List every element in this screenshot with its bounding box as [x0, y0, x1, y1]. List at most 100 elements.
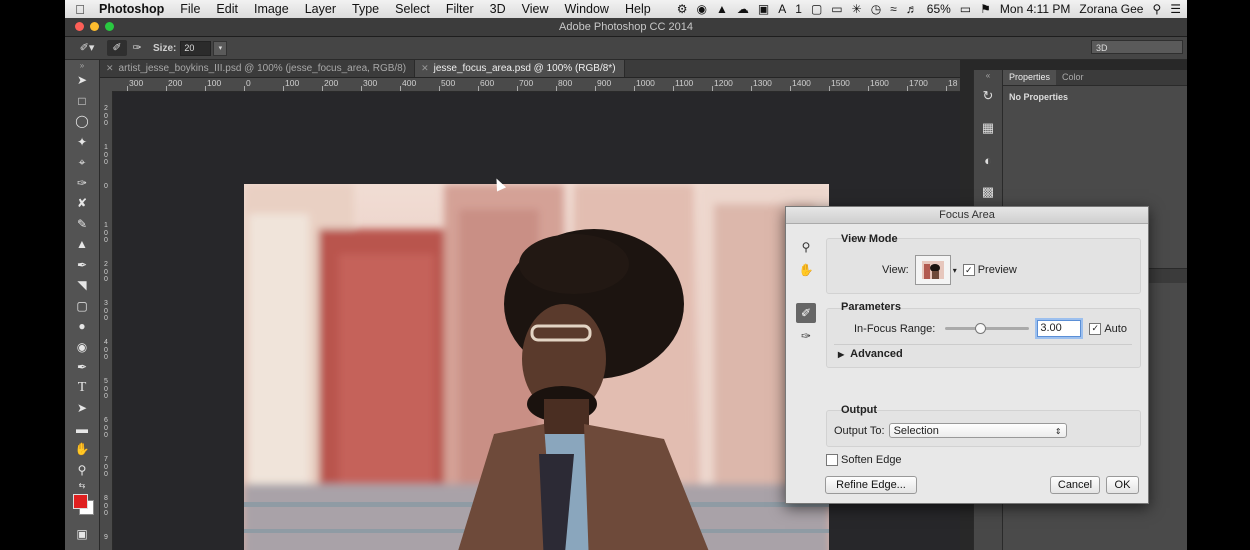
- healing-tool-icon[interactable]: ✘: [65, 193, 99, 214]
- tab-jesse-focus-area[interactable]: ✕ jesse_focus_area.psd @ 100% (RGB/8*): [415, 60, 625, 77]
- cancel-button[interactable]: Cancel: [1050, 476, 1100, 494]
- battery-icon[interactable]: ▭: [960, 2, 971, 16]
- cloud-icon[interactable]: ☁: [737, 2, 749, 16]
- shape-tool-icon[interactable]: ▬: [65, 419, 99, 440]
- flag-icon[interactable]: ⚑: [980, 2, 991, 16]
- menu-layer[interactable]: Layer: [297, 2, 344, 16]
- tab-artist-jesse[interactable]: ✕ artist_jesse_boykins_III.psd @ 100% (j…: [100, 60, 416, 77]
- pen-tool-icon[interactable]: ✒: [65, 357, 99, 378]
- battery-percent[interactable]: 65%: [927, 2, 951, 16]
- view-dropdown-icon[interactable]: ▾: [953, 266, 957, 275]
- add-brush-icon[interactable]: ✐: [796, 303, 816, 323]
- eyedropper-tool-icon[interactable]: ✑: [65, 173, 99, 194]
- blur-tool-icon[interactable]: ●: [65, 316, 99, 337]
- color-swatches[interactable]: [65, 490, 99, 524]
- menu-type[interactable]: Type: [344, 2, 387, 16]
- menu-3d[interactable]: 3D: [482, 2, 514, 16]
- hand-tool-icon[interactable]: ✋: [65, 439, 99, 460]
- history-brush-icon[interactable]: ✒: [65, 255, 99, 276]
- eraser-tool-icon[interactable]: ◥: [65, 275, 99, 296]
- search-icon[interactable]: ⚲: [1152, 2, 1161, 16]
- lasso-tool-icon[interactable]: ◯: [65, 111, 99, 132]
- ok-button[interactable]: OK: [1106, 476, 1139, 494]
- view-thumbnail[interactable]: [914, 255, 951, 285]
- ruler-label: 1700: [909, 78, 928, 88]
- tab-color[interactable]: Color: [1056, 70, 1090, 85]
- menu-help[interactable]: Help: [617, 2, 659, 16]
- menu-window[interactable]: Window: [557, 2, 617, 16]
- maximize-icon[interactable]: [105, 22, 114, 31]
- swap-colors-icon[interactable]: ⇆: [65, 480, 99, 490]
- hand-icon[interactable]: ✋: [796, 260, 816, 280]
- app-icon[interactable]: ▣: [758, 2, 769, 16]
- menu-file[interactable]: File: [172, 2, 208, 16]
- minimize-icon[interactable]: [90, 22, 99, 31]
- frame-icon[interactable]: ▢: [811, 2, 822, 16]
- tool-preset-icon[interactable]: ✐▾: [73, 40, 101, 56]
- styles-icon[interactable]: ▩: [974, 176, 1002, 208]
- preview-checkbox[interactable]: ✓: [962, 264, 975, 276]
- ruler-label: 200: [324, 78, 339, 88]
- menu-filter[interactable]: Filter: [438, 2, 482, 16]
- menu-image[interactable]: Image: [246, 2, 297, 16]
- tab-properties[interactable]: Properties: [1003, 70, 1057, 85]
- list-icon[interactable]: ☰: [1170, 2, 1181, 16]
- menu-select[interactable]: Select: [387, 2, 438, 16]
- quick-mask-icon[interactable]: ▣: [65, 524, 99, 545]
- size-input[interactable]: 20: [180, 40, 212, 56]
- close-icon[interactable]: [75, 22, 84, 31]
- foreground-color-swatch[interactable]: [73, 494, 88, 509]
- volume-icon[interactable]: ♬: [906, 2, 918, 16]
- document-image[interactable]: [244, 184, 829, 550]
- close-tab-icon[interactable]: ✕: [106, 63, 114, 74]
- dodge-tool-icon[interactable]: ◉: [65, 337, 99, 358]
- disclosure-triangle-icon[interactable]: ▶: [838, 350, 844, 359]
- adjustments-icon[interactable]: ◐: [974, 144, 1002, 176]
- ruler-label: 800: [104, 495, 108, 517]
- close-tab-icon[interactable]: ✕: [421, 63, 429, 74]
- add-to-selection-icon[interactable]: ✐: [107, 40, 127, 56]
- quick-select-tool-icon[interactable]: ✦: [65, 132, 99, 153]
- refine-edge-button[interactable]: Refine Edge...: [825, 476, 917, 494]
- soften-edge-checkbox[interactable]: [826, 454, 838, 466]
- brush-tool-icon[interactable]: ✎: [65, 214, 99, 235]
- stamp-tool-icon[interactable]: ▲: [65, 234, 99, 255]
- size-dropdown[interactable]: ▾: [213, 40, 228, 56]
- slider-knob[interactable]: [975, 323, 987, 334]
- tools-panel: » ➤ □ ◯ ✦ ⌖ ✑ ✘ ✎ ▲ ✒ ◥ ▢ ● ◉ ✒ T ➤ ▬ ✋ …: [65, 60, 100, 550]
- time-machine-icon[interactable]: ◷: [871, 2, 881, 16]
- workspace-select[interactable]: 3D: [1091, 40, 1183, 54]
- swatches-grid-icon[interactable]: ▦: [974, 112, 1002, 144]
- path-select-icon[interactable]: ➤: [65, 398, 99, 419]
- subtract-selection-icon[interactable]: ✑: [127, 40, 147, 56]
- eye-icon[interactable]: ◉: [697, 2, 707, 16]
- bluetooth-icon[interactable]: ✳: [852, 2, 862, 16]
- clock[interactable]: Mon 4:11 PM: [1000, 2, 1070, 16]
- apple-icon[interactable]: : [65, 2, 95, 17]
- user-name[interactable]: Zorana Gee: [1079, 2, 1143, 16]
- advanced-disclosure[interactable]: ▶ Advanced: [838, 348, 903, 360]
- subtract-brush-icon[interactable]: ✑: [796, 326, 816, 346]
- zoom-icon[interactable]: ⚲: [796, 237, 816, 257]
- auto-checkbox[interactable]: ✓: [1089, 322, 1102, 335]
- collapse-icon[interactable]: «: [974, 70, 1002, 80]
- history-icon[interactable]: ↻: [974, 80, 1002, 112]
- collapse-icon[interactable]: »: [65, 60, 99, 70]
- output-to-select[interactable]: Selection ⇕: [888, 423, 1067, 438]
- in-focus-slider[interactable]: [945, 323, 1030, 334]
- type-tool-icon[interactable]: T: [65, 378, 99, 399]
- move-tool-icon[interactable]: ➤: [65, 70, 99, 91]
- crop-tool-icon[interactable]: ⌖: [65, 152, 99, 173]
- adobe-icon[interactable]: A: [778, 2, 786, 16]
- gradient-tool-icon[interactable]: ▢: [65, 296, 99, 317]
- home-icon[interactable]: ▲: [716, 2, 728, 16]
- zoom-tool-icon[interactable]: ⚲: [65, 460, 99, 481]
- in-focus-input[interactable]: 3.00: [1037, 320, 1082, 337]
- menu-app-name[interactable]: Photoshop: [95, 2, 172, 16]
- menu-edit[interactable]: Edit: [208, 2, 246, 16]
- wifi-icon[interactable]: ≈: [890, 2, 897, 16]
- menu-view[interactable]: View: [514, 2, 557, 16]
- marquee-tool-icon[interactable]: □: [65, 91, 99, 112]
- airplay-icon[interactable]: ▭: [831, 2, 842, 16]
- gear-icon[interactable]: ⚙: [677, 2, 688, 16]
